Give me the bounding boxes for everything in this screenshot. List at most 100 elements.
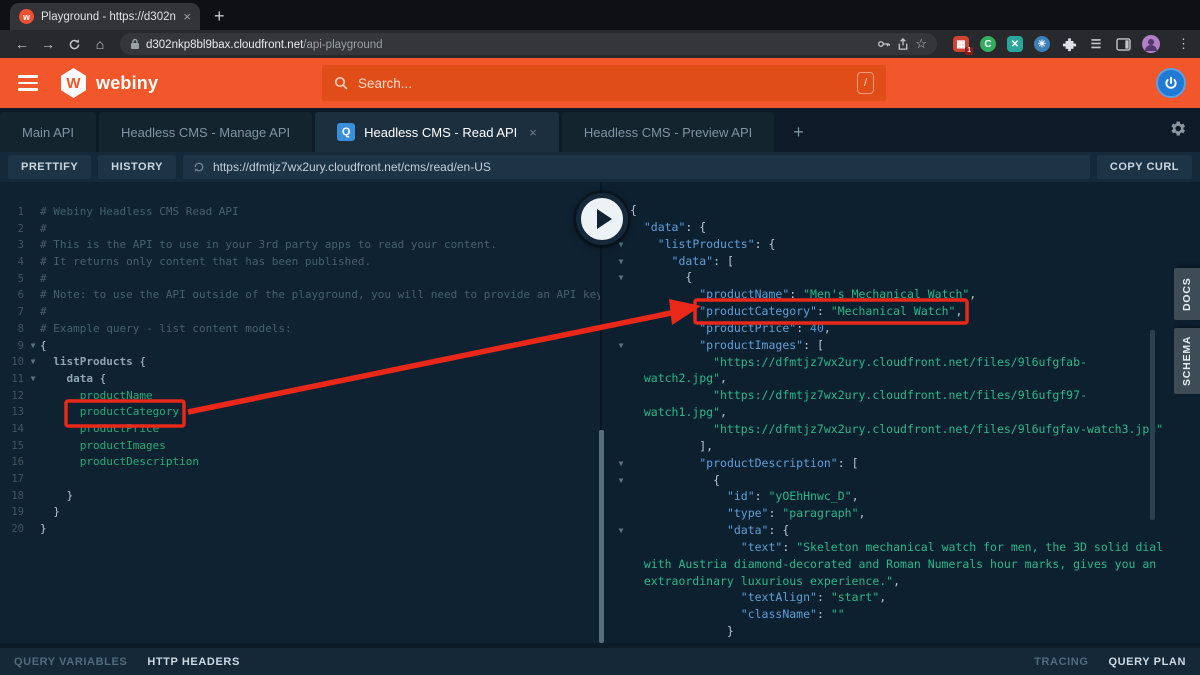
query-variables-tab[interactable]: QUERY VARIABLES [14, 656, 127, 668]
api-tab[interactable]: Headless CMS - Preview API [562, 112, 774, 152]
response-code-line: watch2.jpg", [612, 370, 1200, 387]
fold-arrow-icon[interactable]: ▼ [612, 523, 630, 540]
new-tab-button[interactable]: + [214, 7, 225, 25]
api-tab-label: Main API [22, 125, 74, 140]
browser-menu-icon[interactable]: ⋮ [1177, 36, 1190, 52]
browser-toolbar: ← → ⌂ d302nkp8bl9bax.cloudfront.net/api-… [0, 30, 1200, 58]
query-code-line: 5# [8, 271, 602, 288]
response-code-line: "id": "yOEhHnwc_D", [612, 488, 1200, 505]
fold-arrow-icon[interactable]: ▼ [612, 254, 630, 271]
docs-side-tab[interactable]: DOCS [1174, 268, 1200, 320]
line-number: 17 [8, 471, 24, 488]
api-tab[interactable]: Main API [0, 112, 96, 152]
line-number: 1 [8, 204, 24, 221]
api-tab-bar: Main APIHeadless CMS - Manage APIQHeadle… [0, 108, 1200, 152]
side-panel-icon[interactable] [1115, 36, 1131, 52]
lock-icon [130, 38, 140, 50]
response-code-line: "text": "Skeleton mechanical watch for m… [612, 539, 1200, 556]
response-viewer[interactable]: ▼{▼ "data": {▼ "listProducts": {▼ "data"… [602, 182, 1200, 643]
fold-arrow-icon[interactable]: ▼ [26, 354, 40, 371]
url-bar[interactable]: d302nkp8bl9bax.cloudfront.net/api-playgr… [120, 33, 937, 55]
play-icon [597, 209, 612, 229]
fold-arrow-icon[interactable]: ▼ [612, 456, 630, 473]
search-icon [334, 76, 348, 90]
extension-blue-icon[interactable]: ✳ [1034, 36, 1050, 52]
fold-arrow-icon[interactable]: ▼ [612, 270, 630, 287]
line-number: 13 [8, 404, 24, 421]
history-button[interactable]: HISTORY [98, 155, 176, 179]
bookmark-star-icon[interactable]: ☆ [915, 36, 927, 52]
forward-icon[interactable]: → [36, 36, 60, 52]
response-code-line: "https://dfmtjz7wx2ury.cloudfront.net/fi… [612, 421, 1200, 438]
webiny-logo-icon: W [60, 68, 87, 98]
reading-list-icon[interactable]: ☰ [1088, 36, 1104, 52]
line-number: 5 [8, 271, 24, 288]
share-icon[interactable] [897, 38, 909, 51]
logout-power-button[interactable] [1156, 68, 1186, 98]
browser-tab[interactable]: w Playground - https://d302nkp8 × [10, 3, 200, 30]
http-headers-tab[interactable]: HTTP HEADERS [147, 656, 240, 668]
line-number: 10 [8, 354, 24, 371]
fold-arrow-icon[interactable]: ▼ [612, 473, 630, 490]
extension-green-icon[interactable]: C [980, 36, 996, 52]
line-number: 15 [8, 438, 24, 455]
api-tab[interactable]: Headless CMS - Manage API [99, 112, 312, 152]
webiny-favicon-icon: w [19, 9, 34, 24]
extensions-row: ▦1 C ✕ ✳ ☰ ⋮ [953, 35, 1190, 53]
editor-scrollbar[interactable] [599, 430, 604, 643]
response-code-line: "productCategory": "Mechanical Watch", [612, 303, 1200, 320]
search-input[interactable]: Search... / [322, 65, 886, 101]
profile-avatar[interactable] [1142, 35, 1160, 53]
password-key-icon[interactable] [877, 38, 891, 50]
api-tab-label: Headless CMS - Preview API [584, 125, 752, 140]
line-number: 11 [8, 371, 24, 388]
tracing-tab[interactable]: TRACING [1034, 656, 1088, 668]
response-code-line: "className": "" [612, 606, 1200, 623]
query-code-line: 15 productImages [8, 438, 602, 455]
api-tab[interactable]: QHeadless CMS - Read API× [315, 112, 559, 152]
reload-icon[interactable] [62, 36, 86, 52]
query-code-line: 11▼ data { [8, 371, 602, 388]
api-tab-close-icon[interactable]: × [529, 125, 537, 140]
tab-close-icon[interactable]: × [183, 9, 191, 24]
line-number: 19 [8, 504, 24, 521]
endpoint-url: https://dfmtjz7wx2ury.cloudfront.net/cms… [213, 160, 491, 174]
schema-side-tab[interactable]: SCHEMA [1174, 328, 1200, 394]
extension-teal-icon[interactable]: ✕ [1007, 36, 1023, 52]
fold-arrow-icon[interactable]: ▼ [26, 371, 40, 388]
browser-tab-title: Playground - https://d302nkp8 [41, 11, 176, 23]
query-editor[interactable]: 1# Webiny Headless CMS Read API2#3# This… [0, 182, 602, 643]
response-code-line: "productName": "Men's Mechanical Watch", [612, 286, 1200, 303]
query-code-line: 3# This is the API to use in your 3rd pa… [8, 237, 602, 254]
query-plan-tab[interactable]: QUERY PLAN [1108, 656, 1186, 668]
fold-arrow-icon[interactable]: ▼ [612, 338, 630, 355]
add-api-tab-button[interactable]: + [777, 112, 820, 152]
extensions-puzzle-icon[interactable] [1061, 36, 1077, 52]
prettify-button[interactable]: PRETTIFY [8, 155, 91, 179]
webiny-app-bar: W webiny Search... / [0, 58, 1200, 108]
response-code-line: with Austria diamond-decorated and Roman… [612, 556, 1200, 573]
hamburger-menu-icon[interactable] [18, 75, 38, 91]
query-code-line: 17 [8, 471, 602, 488]
query-toolbar: PRETTIFY HISTORY https://dfmtjz7wx2ury.c… [0, 152, 1200, 182]
home-icon[interactable]: ⌂ [88, 36, 112, 52]
copy-curl-button[interactable]: COPY CURL [1097, 155, 1192, 179]
query-code-line: 8# Example query - list content models: [8, 321, 602, 338]
query-code-line: 19 } [8, 504, 602, 521]
fold-arrow-icon[interactable]: ▼ [26, 338, 40, 355]
query-code-line: 20} [8, 521, 602, 538]
endpoint-url-field[interactable]: https://dfmtjz7wx2ury.cloudfront.net/cms… [183, 155, 1090, 179]
execute-query-button[interactable] [576, 193, 628, 245]
query-code-line: 4# It returns only content that has been… [8, 254, 602, 271]
response-code-line: "https://dfmtjz7wx2ury.cloudfront.net/fi… [612, 354, 1200, 371]
line-number: 6 [8, 287, 24, 304]
settings-gear-icon[interactable] [1168, 119, 1187, 138]
back-icon[interactable]: ← [10, 36, 34, 52]
line-number: 3 [8, 237, 24, 254]
response-code-line: "https://dfmtjz7wx2ury.cloudfront.net/fi… [612, 387, 1200, 404]
api-tab-label: Headless CMS - Read API [364, 125, 517, 140]
response-code-line: ▼ "listProducts": { [612, 236, 1200, 253]
query-code-line: 13 productCategory [8, 404, 602, 421]
extension-red-icon[interactable]: ▦1 [953, 36, 969, 52]
response-scrollbar[interactable] [1150, 330, 1155, 520]
